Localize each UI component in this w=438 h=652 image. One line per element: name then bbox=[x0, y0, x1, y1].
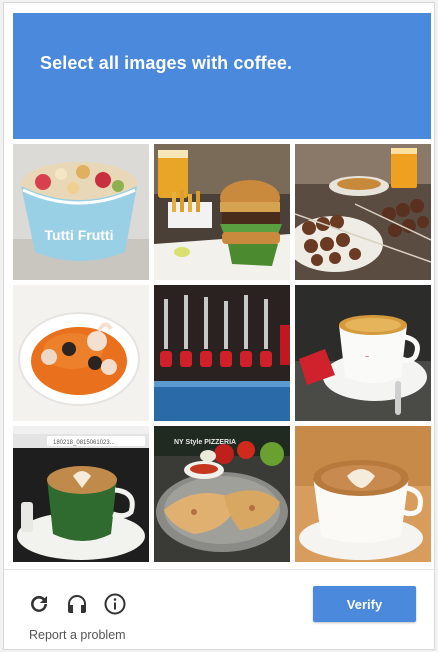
svg-text:~: ~ bbox=[365, 354, 369, 361]
image-tile-6[interactable]: ~ bbox=[295, 285, 431, 421]
headphones-icon bbox=[68, 595, 86, 613]
cup-brand-text: Tutti Frutti bbox=[45, 227, 114, 243]
info-icon bbox=[104, 593, 126, 615]
reload-icon bbox=[31, 595, 47, 612]
audio-challenge-button[interactable] bbox=[65, 592, 89, 616]
espresso-image: ~ bbox=[295, 285, 431, 421]
info-button[interactable] bbox=[103, 592, 127, 616]
footer-divider bbox=[4, 569, 436, 570]
captcha-widget: Select all images with coffee. Tutti Fru… bbox=[3, 2, 436, 650]
fruit-bowl-image: Tutti Frutti bbox=[13, 144, 149, 280]
challenge-header: Select all images with coffee. bbox=[13, 13, 431, 139]
image-tile-5[interactable] bbox=[154, 285, 290, 421]
image-grid: Tutti Frutti ~ 180218_0815061023... NY S… bbox=[13, 144, 431, 562]
latte-art-image bbox=[295, 426, 431, 562]
instruction-prefix: Select all images with bbox=[40, 53, 234, 73]
challenge-instruction: Select all images with coffee. bbox=[40, 53, 292, 74]
instruction-keyword: coffee bbox=[233, 53, 287, 73]
instruction-suffix: . bbox=[287, 53, 293, 73]
image-tile-7[interactable]: 180218_0815061023... bbox=[13, 426, 149, 562]
kebab-image bbox=[295, 144, 431, 280]
verify-button[interactable]: Verify bbox=[313, 586, 416, 622]
report-problem-link[interactable]: Report a problem bbox=[29, 628, 126, 642]
calzone-image: NY Style PIZZERIA bbox=[154, 426, 290, 562]
soup-image bbox=[13, 285, 149, 421]
image-tile-9[interactable] bbox=[295, 426, 431, 562]
image-tile-3[interactable] bbox=[295, 144, 431, 280]
burger-image bbox=[154, 144, 290, 280]
phone-url-text: 180218_0815061023... bbox=[53, 440, 115, 446]
image-tile-2[interactable] bbox=[154, 144, 290, 280]
latte-screenshot-image: 180218_0815061023... bbox=[13, 426, 149, 562]
image-tile-4[interactable] bbox=[13, 285, 149, 421]
reload-button[interactable] bbox=[27, 592, 51, 616]
bar-taps-image bbox=[154, 285, 290, 421]
image-tile-8[interactable]: NY Style PIZZERIA bbox=[154, 426, 290, 562]
image-tile-1[interactable]: Tutti Frutti bbox=[13, 144, 149, 280]
